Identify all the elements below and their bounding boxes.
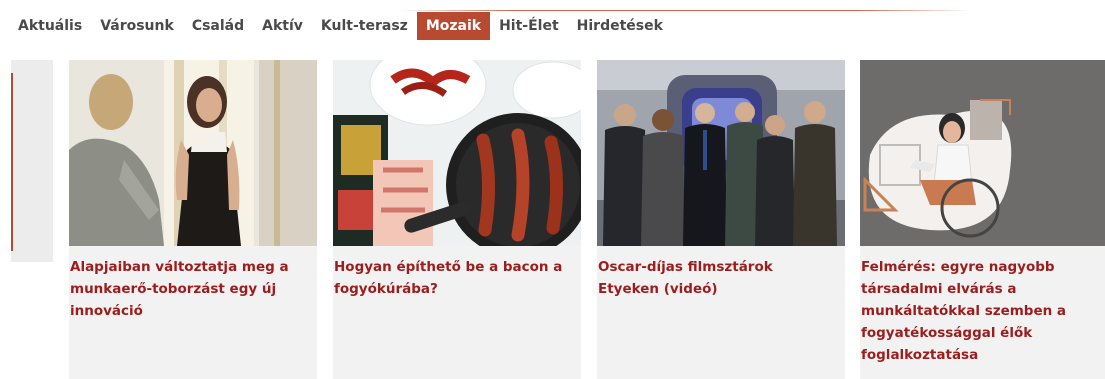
carousel-prev-card-stub[interactable] [11,60,53,262]
article-title[interactable]: Oscar-díjas filmsztárok Etyeken (videó) [597,256,845,300]
article-title[interactable]: Felmérés: egyre nagyobb társadalmi elvár… [860,256,1105,366]
nav-item-csalad[interactable]: Család [183,12,253,40]
top-decor-line [400,10,970,11]
nav-item-hirdetesek[interactable]: Hirdetések [568,12,672,40]
nav-item-hit-elet[interactable]: Hit-Élet [490,12,568,40]
bacon-pan-photo[interactable] [333,60,581,246]
accent-bar [11,73,13,251]
nav-item-aktiv[interactable]: Aktív [253,12,312,40]
article-card[interactable]: Hogyan építhető be a bacon a fogyókúrába… [333,60,581,379]
article-card[interactable]: Felmérés: egyre nagyobb társadalmi elvár… [860,60,1105,379]
article-card[interactable]: Oscar-díjas filmsztárok Etyeken (videó) [597,60,845,379]
article-card[interactable]: Alapjaiban változtatja meg a munkaerő-to… [69,60,317,379]
office-meeting-photo[interactable] [69,60,317,246]
article-title[interactable]: Hogyan építhető be a bacon a fogyókúrába… [333,256,581,300]
nav-item-varosunk[interactable]: Városunk [91,12,183,40]
nav-item-aktualis[interactable]: Aktuális [12,12,91,40]
wheelchair-illustration[interactable] [860,60,1105,246]
nav-item-kult-terasz[interactable]: Kult-terasz [312,12,417,40]
group-of-men-photo[interactable] [597,60,845,246]
article-title[interactable]: Alapjaiban változtatja meg a munkaerő-to… [69,256,317,322]
nav-item-mozaik[interactable]: Mozaik [416,12,491,40]
main-nav: Aktuális Városunk Család Aktív Kult-tera… [12,12,672,42]
